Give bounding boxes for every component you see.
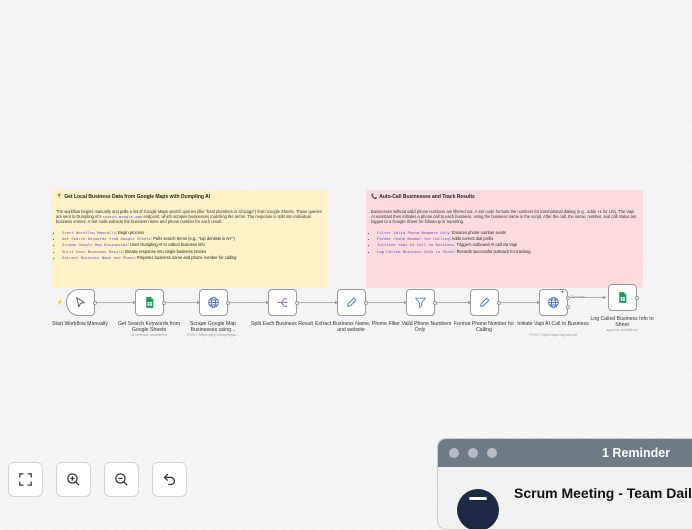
edge-label-success: Success — [571, 295, 585, 299]
node-extract-business-name[interactable] — [337, 289, 366, 316]
window-close-button[interactable] — [449, 448, 459, 458]
node-sublabel: append: undefined — [606, 328, 638, 332]
workflow-canvas[interactable]: 📍 Get Local Business Data from Google Ma… — [0, 0, 692, 505]
undo-icon — [163, 473, 176, 486]
connection-lines — [96, 295, 606, 305]
node-label: Log Called Business Info to Sheet — [590, 316, 654, 328]
window-minimize-button[interactable] — [468, 448, 478, 458]
undo-button[interactable] — [152, 462, 187, 497]
node-label: Scrape Google Map Businesses using... — [189, 321, 237, 333]
output-port[interactable] — [93, 300, 97, 305]
output-port[interactable] — [497, 300, 501, 305]
node-start-workflow-manually[interactable] — [66, 289, 95, 316]
add-node-plus-icon[interactable]: + — [561, 290, 565, 296]
node-format-phone-number[interactable] — [470, 289, 499, 316]
node-filter-valid-phone[interactable] — [406, 289, 435, 316]
output-port[interactable] — [635, 295, 639, 300]
output-port[interactable] — [162, 300, 166, 305]
split-icon — [277, 298, 288, 307]
output-port-success[interactable] — [566, 295, 570, 300]
zoom-in-icon — [67, 473, 80, 486]
node-sublabel: POST: https://app.dumplingai... — [186, 333, 240, 337]
node-label: Start Workflow Manually — [52, 321, 108, 327]
calendar-icon — [457, 489, 499, 529]
zoom-out-icon — [115, 473, 128, 486]
window-zoom-button[interactable] — [487, 448, 497, 458]
node-split-each-business[interactable] — [268, 289, 297, 316]
zoom-out-button[interactable] — [104, 462, 139, 497]
pencil-icon — [480, 297, 490, 307]
globe-icon — [548, 297, 559, 308]
node-log-called-business[interactable] — [608, 284, 637, 311]
google-sheets-icon — [619, 292, 627, 303]
output-port[interactable] — [364, 300, 368, 305]
filter-icon — [415, 297, 426, 308]
output-port[interactable] — [295, 300, 299, 305]
node-label: Extract Business Name, Phone and website — [315, 321, 387, 333]
google-sheets-icon — [146, 297, 154, 308]
zoom-in-button[interactable] — [56, 462, 91, 497]
node-sublabel: undefined: undefined — [131, 333, 167, 337]
fit-view-button[interactable] — [8, 462, 43, 497]
node-sublabel: POST: https://api.vapi.ai/call — [529, 333, 577, 337]
reminder-window[interactable]: 1 Reminder Scrum Meeting - Team Daily — [437, 438, 692, 530]
node-label: Split Each Business Result — [251, 321, 313, 327]
node-scrape-google-map[interactable] — [199, 289, 228, 316]
node-label: Initiate Vapi AI Call to Business — [517, 321, 589, 327]
output-port[interactable] — [433, 300, 437, 305]
reminder-titlebar: 1 Reminder — [438, 439, 692, 467]
pencil-icon — [347, 297, 357, 307]
output-port-error[interactable] — [566, 304, 570, 309]
node-label: Get Search Keywords from Google Sheets — [117, 321, 181, 333]
node-label: Filter Valid Phone Numbers Only — [388, 321, 452, 333]
reminder-title: Scrum Meeting - Team Daily — [514, 485, 692, 501]
cursor-icon — [76, 297, 85, 308]
trigger-bolt-icon: ⚡ — [56, 300, 64, 306]
output-port[interactable] — [226, 300, 230, 305]
fullscreen-icon — [19, 473, 32, 486]
node-label: Format Phone Number for Calling — [453, 321, 515, 333]
globe-icon — [208, 297, 219, 308]
reminder-count: 1 Reminder — [602, 446, 671, 460]
node-get-search-keywords[interactable] — [135, 289, 164, 316]
